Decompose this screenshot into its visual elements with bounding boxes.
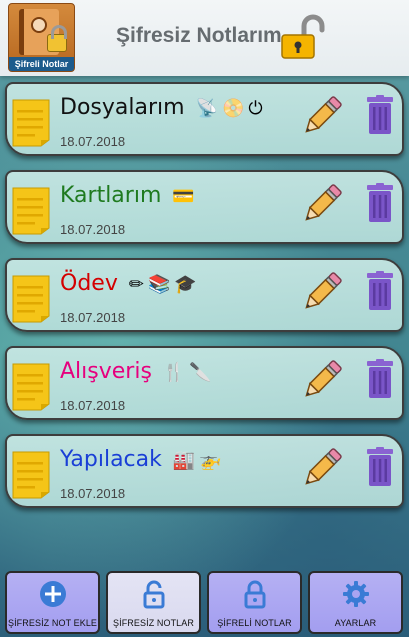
graduation-cap-emoji: 🎓 [174,273,197,295]
note-card[interactable]: Alışveriş 🍴 🔪 18.07.2018 [5,346,404,420]
trash-icon[interactable] [366,183,394,223]
add-circle-icon [40,581,66,607]
trash-icon[interactable] [366,271,394,311]
note-title: Kartlarım 💳 [60,183,195,208]
settings-button[interactable]: AYARLAR [308,571,403,634]
nav-label: ŞİFRESİZ NOTLAR [112,618,194,628]
app-header: Şifreli Notlar Şifresiz Notlarım [0,0,409,76]
note-card[interactable]: Yapılacak 🏭 🚁 18.07.2018 [5,434,404,508]
pencil-edit-icon[interactable] [300,182,344,226]
lock-icon [47,25,67,52]
sticky-note-icon [9,94,53,148]
fork-knife-emoji: 🍴 [162,361,186,383]
sticky-note-icon [9,446,53,500]
unencrypted-notes-button[interactable]: ŞİFRESİZ NOTLAR [106,571,201,634]
page-title: Şifresiz Notlarım [116,24,282,47]
note-title: Alışveriş 🍴 🔪 [60,359,212,384]
note-card[interactable]: Ödev ✏ 📚 🎓 18.07.2018 [5,258,404,332]
kitchen-knife-emoji: 🔪 [189,361,212,383]
power-button-emoji: ⏻ [248,97,263,119]
sticky-note-icon [9,270,53,324]
app-logo: Şifreli Notlar [8,3,75,72]
pencil-edit-icon[interactable] [300,446,344,490]
sticky-note-icon [9,182,53,236]
dvd-emoji: 📀 [221,97,245,119]
trash-icon[interactable] [366,95,394,135]
note-title: Ödev ✏ 📚 🎓 [60,271,197,296]
note-date: 18.07.2018 [60,310,126,325]
gear-icon [343,581,369,607]
logo-caption: Şifreli Notlar [9,57,74,71]
unlocked-icon [143,580,165,609]
pencil-edit-icon[interactable] [300,94,344,138]
helicopter-emoji: 🚁 [199,449,222,471]
note-card[interactable]: Dosyalarım 📡 📀 ⏻ 18.07.2018 [5,82,404,156]
note-date: 18.07.2018 [60,486,126,501]
sticky-note-icon [9,358,53,412]
note-title: Dosyalarım 📡 📀 ⏻ [60,95,263,120]
pencil-emoji: ✏ [128,273,144,295]
add-unencrypted-note-button[interactable]: ŞİFRESİZ NOT EKLE [5,571,100,634]
books-emoji: 📚 [147,273,171,295]
nav-label: AYARLAR [334,618,377,628]
nav-label: ŞİFRESİZ NOT EKLE [7,618,98,628]
encrypted-notes-button[interactable]: ŞİFRELİ NOTLAR [207,571,302,634]
credit-card-emoji: 💳 [172,185,195,207]
pencil-edit-icon[interactable] [300,358,344,402]
bottom-navigation: ŞİFRESİZ NOT EKLE ŞİFRESİZ NOTLAR ŞİFREL… [0,568,409,637]
factory-emoji: 🏭 [172,449,196,471]
unlocked-padlock-icon [281,14,325,59]
trash-icon[interactable] [366,359,394,399]
locked-icon [244,580,266,609]
note-date: 18.07.2018 [60,222,126,237]
note-date: 18.07.2018 [60,398,126,413]
person-icon [31,17,47,33]
note-title: Yapılacak 🏭 🚁 [60,447,222,472]
note-card[interactable]: Kartlarım 💳 18.07.2018 [5,170,404,244]
pencil-edit-icon[interactable] [300,270,344,314]
nav-label: ŞİFRELİ NOTLAR [217,618,292,628]
trash-icon[interactable] [366,447,394,487]
satellite-dish-emoji: 📡 [195,97,218,119]
note-date: 18.07.2018 [60,134,126,149]
